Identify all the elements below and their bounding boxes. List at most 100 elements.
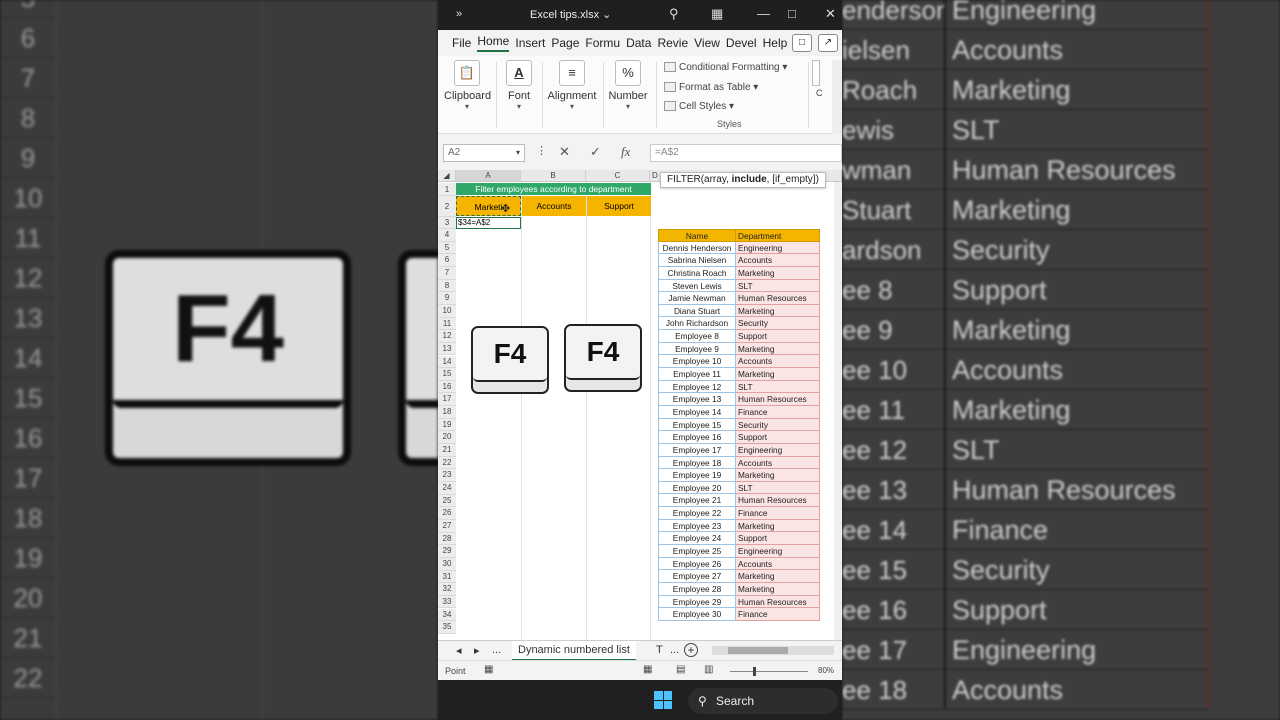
department-cell[interactable]: Security	[736, 418, 820, 432]
select-all-corner[interactable]: ◢	[438, 170, 456, 182]
more-options-icon[interactable]: ⋮	[536, 144, 547, 157]
row-header[interactable]: 13	[438, 342, 456, 356]
employee-name-cell[interactable]: Employee 21	[658, 494, 736, 508]
department-cell[interactable]: Human Resources	[736, 292, 820, 305]
header-name[interactable]: Name	[658, 229, 736, 242]
spreadsheet-grid[interactable]: ◢ A B C D Filter employees according to …	[438, 170, 842, 640]
comments-icon[interactable]: □	[792, 34, 812, 52]
row-header[interactable]: 28	[438, 532, 456, 546]
employee-name-cell[interactable]: Employee 15	[658, 418, 736, 432]
employee-name-cell[interactable]: Christina Roach	[658, 266, 736, 280]
row-header[interactable]: 21	[438, 444, 456, 457]
department-cell[interactable]: Human Resources	[736, 494, 820, 508]
employee-name-cell[interactable]: Employee 14	[658, 405, 736, 419]
employee-name-cell[interactable]: Employee 9	[658, 342, 736, 356]
menu-item-insert[interactable]: Insert	[515, 36, 545, 50]
department-cell[interactable]: SLT	[736, 481, 820, 495]
maximize-icon[interactable]: □	[788, 6, 796, 21]
department-cell[interactable]: Human Resources	[736, 595, 820, 609]
employee-name-cell[interactable]: Employee 24	[658, 532, 736, 546]
row-header[interactable]: 19	[438, 418, 456, 432]
menu-item-help[interactable]: Help	[763, 36, 788, 50]
department-cell[interactable]: Finance	[736, 507, 820, 520]
menu-item-devel[interactable]: Devel	[726, 36, 757, 50]
row-header[interactable]: 6	[438, 254, 456, 267]
department-cell[interactable]: Marketing	[736, 266, 820, 280]
menu-item-file[interactable]: File	[452, 36, 471, 50]
zoom-level[interactable]: 80%	[818, 666, 834, 675]
department-cell[interactable]: Marketing	[736, 519, 820, 533]
vertical-scrollbar[interactable]	[834, 182, 842, 640]
employee-name-cell[interactable]: Employee 27	[658, 570, 736, 583]
insert-function-icon[interactable]: fx	[621, 144, 630, 160]
row-header[interactable]: 22	[438, 456, 456, 470]
row-header[interactable]: 10	[438, 304, 456, 318]
normal-view-icon[interactable]: ▦	[643, 664, 652, 675]
quick-access-chevron-icon[interactable]: »	[456, 8, 462, 20]
row-header[interactable]: 4	[438, 229, 456, 242]
department-cell[interactable]: Finance	[736, 405, 820, 419]
employee-name-cell[interactable]: Employee 26	[658, 557, 736, 571]
employee-name-cell[interactable]: Employee 13	[658, 393, 736, 406]
row-header[interactable]: 3	[438, 217, 456, 229]
row-header[interactable]: 11	[438, 317, 456, 331]
format-as-table-button[interactable]: Format as Table ▾	[664, 82, 758, 93]
more-sheets-left[interactable]: ...	[492, 644, 501, 656]
minimize-icon[interactable]: —	[757, 6, 770, 21]
employee-name-cell[interactable]: Employee 11	[658, 368, 736, 381]
department-cell[interactable]: Marketing	[736, 469, 820, 482]
row-header[interactable]: 17	[438, 393, 456, 407]
header-department[interactable]: Department	[736, 229, 820, 242]
window-title[interactable]: Excel tips.xlsx ⌄	[530, 8, 611, 21]
employee-name-cell[interactable]: Employee 19	[658, 469, 736, 482]
department-cell[interactable]: Support	[736, 532, 820, 546]
row-header[interactable]: 14	[438, 355, 456, 369]
row-header[interactable]: 7	[438, 266, 456, 280]
dept-button-support[interactable]: Support	[587, 196, 651, 216]
department-cell[interactable]: Support	[736, 431, 820, 444]
row-header[interactable]: 29	[438, 545, 456, 558]
employee-name-cell[interactable]: Employee 30	[658, 608, 736, 621]
department-cell[interactable]: Security	[736, 317, 820, 331]
cells-group-icon[interactable]	[812, 60, 820, 86]
employee-name-cell[interactable]: Employee 28	[658, 582, 736, 596]
sheet-tab-next[interactable]: T	[656, 644, 663, 656]
scroll-thumb[interactable]	[728, 647, 788, 654]
dept-button-accounts[interactable]: Accounts	[522, 196, 586, 216]
department-cell[interactable]: Accounts	[736, 355, 820, 369]
row-header[interactable]: 16	[438, 380, 456, 394]
department-cell[interactable]: Accounts	[736, 557, 820, 571]
add-sheet-icon[interactable]: +	[684, 643, 698, 657]
row-header[interactable]: 1	[438, 183, 456, 196]
row-header[interactable]: 15	[438, 368, 456, 381]
zoom-slider[interactable]	[730, 671, 808, 672]
employee-name-cell[interactable]: Sabrina Nielsen	[658, 254, 736, 267]
row-header[interactable]: 2	[438, 196, 456, 217]
department-cell[interactable]: Support	[736, 330, 820, 343]
enter-icon[interactable]: ✓	[590, 144, 601, 160]
department-cell[interactable]: Accounts	[736, 254, 820, 267]
page-layout-icon[interactable]: ▤	[676, 664, 685, 675]
row-header[interactable]: 31	[438, 570, 456, 584]
alignment-group[interactable]: ≡ Alignment ▾	[546, 60, 598, 111]
more-sheets-right[interactable]: ...	[670, 644, 679, 656]
row-header[interactable]: 12	[438, 330, 456, 343]
row-header[interactable]: 20	[438, 431, 456, 445]
employee-name-cell[interactable]: Employee 22	[658, 507, 736, 520]
employee-name-cell[interactable]: Dennis Henderson	[658, 241, 736, 255]
department-cell[interactable]: Engineering	[736, 545, 820, 558]
active-edit-cell[interactable]: $34=A$2	[456, 217, 521, 229]
number-group[interactable]: % Number ▾	[608, 60, 648, 111]
menu-item-page[interactable]: Page	[551, 36, 579, 50]
employee-name-cell[interactable]: Employee 20	[658, 481, 736, 495]
department-cell[interactable]: Marketing	[736, 368, 820, 381]
employee-name-cell[interactable]: Employee 29	[658, 595, 736, 609]
row-header[interactable]: 8	[438, 279, 456, 293]
menu-item-home[interactable]: Home	[477, 34, 510, 52]
windows-start-icon[interactable]	[654, 691, 672, 709]
employee-name-cell[interactable]: Diana Stuart	[658, 304, 736, 318]
employee-name-cell[interactable]: Employee 10	[658, 355, 736, 369]
row-header[interactable]: 26	[438, 507, 456, 520]
employee-name-cell[interactable]: Employee 16	[658, 431, 736, 444]
employee-name-cell[interactable]: Employee 12	[658, 380, 736, 394]
